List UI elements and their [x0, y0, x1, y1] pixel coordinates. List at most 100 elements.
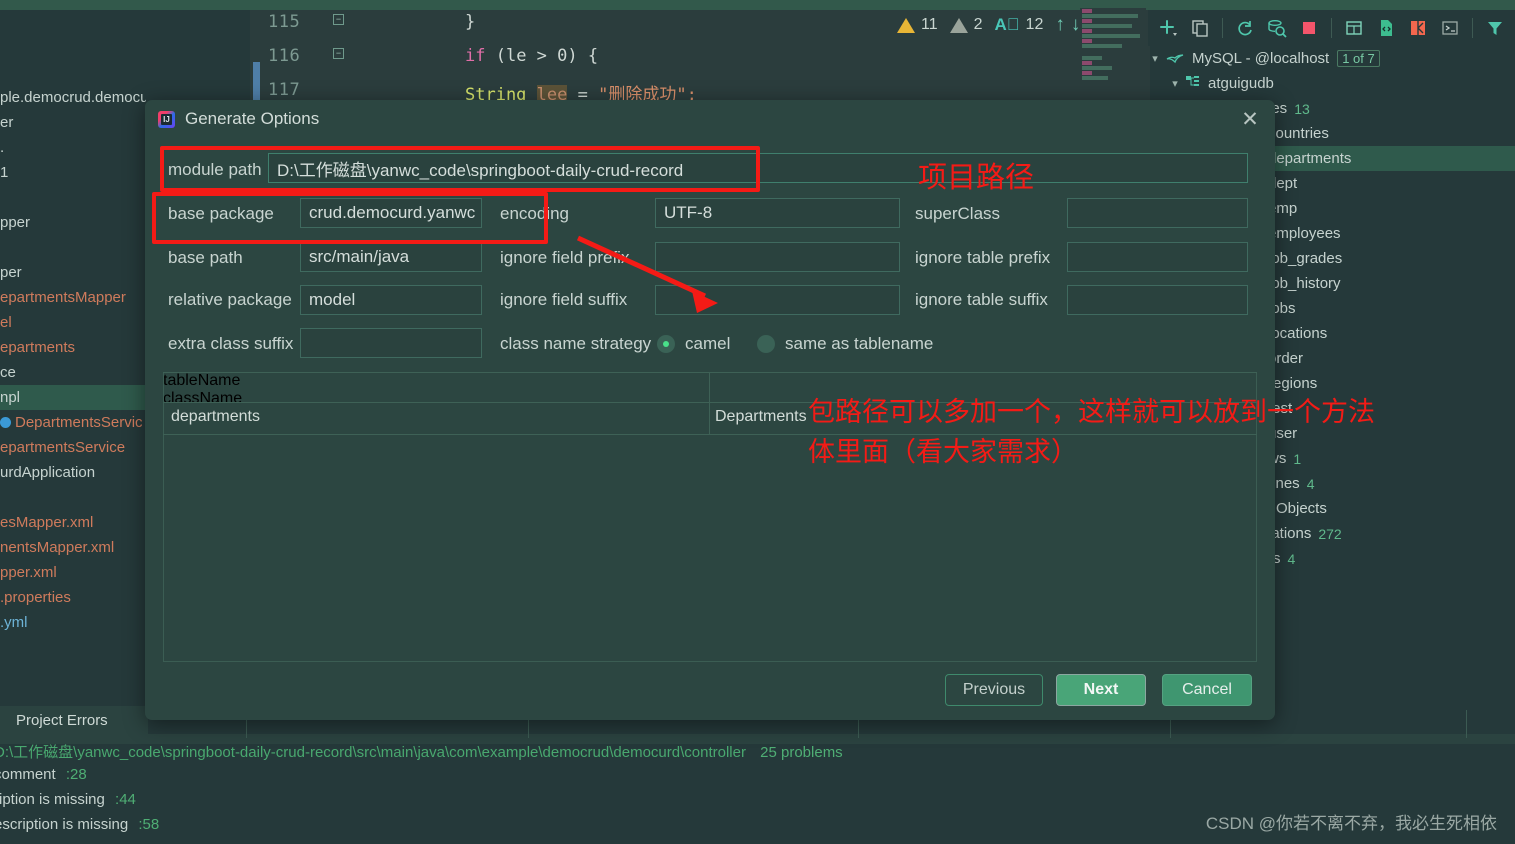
radio-camel[interactable]	[657, 335, 675, 353]
project-tree-item[interactable]	[0, 235, 146, 260]
db-tree-item-label: job_history	[1268, 275, 1341, 292]
toolbar-separator	[1331, 18, 1332, 38]
problem-line: :28	[65, 766, 87, 783]
project-tree-item[interactable]: npl	[0, 385, 146, 410]
base-path-input[interactable]: src/main/java	[300, 242, 482, 272]
project-tree-item[interactable]: el	[0, 310, 146, 335]
stop-icon[interactable]	[1295, 14, 1323, 42]
db-tree-item-label: job_grades	[1268, 250, 1343, 267]
cell-tablename[interactable]: departments	[171, 408, 260, 426]
close-icon[interactable]: ✕	[1237, 108, 1263, 134]
diagram-icon[interactable]	[1404, 14, 1432, 42]
console-icon[interactable]	[1436, 14, 1464, 42]
project-explorer-tree[interactable]: ple.democrud.democurd er. 1 pper per epartmen…	[0, 85, 146, 700]
cell-classname[interactable]: Departments	[715, 408, 807, 426]
project-tree-item-label: per	[0, 264, 22, 281]
project-tree-item-label: .	[0, 139, 5, 156]
project-tree-item[interactable]: .yml	[0, 610, 146, 635]
problem-row[interactable]: ription is missing :44	[0, 791, 136, 808]
project-tree-item[interactable]: esMapper.xml	[0, 510, 146, 535]
query-file-icon[interactable]	[1372, 14, 1400, 42]
project-tree-item[interactable]: DepartmentsServic	[0, 410, 146, 435]
db-node-schema[interactable]: ▾ atguigudb	[1148, 71, 1515, 96]
project-tree-item[interactable]: ple.democrud.democurd	[0, 85, 146, 110]
project-tree-item[interactable]	[0, 485, 146, 510]
ignore-table-prefix-label: ignore table prefix	[915, 248, 1051, 267]
project-tree-item[interactable]: pper.xml	[0, 560, 146, 585]
add-icon[interactable]	[1154, 14, 1182, 42]
next-problem-icon[interactable]: ↓	[1071, 14, 1081, 36]
relative-package-input[interactable]: model	[300, 285, 482, 315]
extra-class-suffix-input[interactable]	[300, 328, 482, 358]
radio-same-as-tablename[interactable]	[757, 335, 775, 353]
code-line-116: if (le > 0) {	[465, 46, 598, 66]
code-keyword: if	[465, 46, 486, 66]
project-tree-item-label: epartmentsMapper	[0, 289, 126, 306]
project-tree-item-label: pper.xml	[0, 564, 57, 581]
cancel-button[interactable]: Cancel	[1162, 674, 1252, 706]
ignore-table-prefix-input[interactable]	[1067, 242, 1248, 272]
next-button[interactable]: Next	[1056, 674, 1146, 706]
problem-row[interactable]: escription is missing :58	[0, 816, 159, 833]
project-tree-item-label: el	[0, 314, 12, 331]
fold-collapse-icon[interactable]: −	[333, 14, 344, 25]
db-tree-item-count: 1	[1293, 450, 1302, 467]
superclass-label: superClass	[915, 204, 1001, 223]
project-tree-item[interactable]: 1	[0, 160, 146, 185]
prev-problem-icon[interactable]: ↑	[1055, 14, 1065, 36]
relative-package-label: relative package	[168, 290, 292, 309]
project-tree-item[interactable]: per	[0, 260, 146, 285]
filter-icon[interactable]	[1481, 14, 1509, 42]
csdn-watermark: CSDN @你若不离不弃，我必生死相依	[1205, 814, 1497, 833]
problem-text: escription is missing	[0, 816, 129, 833]
project-tree-item[interactable]: pper	[0, 210, 146, 235]
editor-minimap[interactable]	[1080, 8, 1146, 106]
mysql-dolphin-icon	[1166, 49, 1184, 69]
project-tree-item[interactable]: epartmentsService	[0, 435, 146, 460]
previous-button[interactable]: Previous	[945, 674, 1043, 706]
db-tree-item-count: 272	[1318, 525, 1342, 542]
ignore-field-prefix-input[interactable]	[655, 242, 900, 272]
annotation-package-note-line1: 包路径可以多加一个，这样就可以放到一个方法	[808, 397, 1375, 427]
problem-path-row[interactable]: D:\工作磁盘\yanwc_code\springboot-daily-crud…	[0, 741, 843, 762]
project-tree-item-label: pper	[0, 214, 31, 231]
search-db-icon[interactable]	[1263, 14, 1291, 42]
chevron-down-icon[interactable]: ▾	[1168, 77, 1182, 90]
project-tree-item[interactable]: er	[0, 110, 146, 135]
duplicate-icon[interactable]	[1186, 14, 1214, 42]
ignore-field-prefix-label: ignore field prefix	[500, 248, 630, 267]
fold-expand-icon[interactable]: −	[333, 48, 344, 59]
db-tree-item-count: 4	[1287, 550, 1296, 567]
base-path-label: base path	[168, 248, 243, 267]
project-tree-item[interactable]: ce	[0, 360, 146, 385]
spring-bean-icon	[0, 417, 11, 428]
typo-icon: A⃝	[994, 15, 1020, 34]
code-text: (le > 0) {	[485, 46, 599, 66]
db-node-mysql[interactable]: ▾ MySQL - @localhost 1 of 7	[1148, 46, 1515, 71]
project-tree-item[interactable]: epartments	[0, 335, 146, 360]
project-tree-item[interactable]: .properties	[0, 585, 146, 610]
module-path-input[interactable]: D:\工作磁盘\yanwc_code\springboot-daily-crud…	[268, 153, 1248, 183]
refresh-icon[interactable]	[1231, 14, 1259, 42]
superclass-input[interactable]	[1067, 198, 1248, 228]
database-toolbar[interactable]	[1148, 10, 1515, 46]
tab-project-errors[interactable]: Project Errors	[0, 706, 148, 734]
project-tree-item[interactable]: nentsMapper.xml	[0, 535, 146, 560]
table-icon[interactable]	[1340, 14, 1368, 42]
project-tree-item[interactable]: urdApplication	[0, 460, 146, 485]
problem-row[interactable]: comment :28	[0, 766, 87, 783]
project-tree-item[interactable]: epartmentsMapper	[0, 285, 146, 310]
base-package-input[interactable]: crud.democurd.yanwc	[300, 198, 482, 228]
chevron-down-icon[interactable]: ▾	[1148, 52, 1162, 65]
next-button-label: Next	[1083, 681, 1119, 698]
encoding-input[interactable]: UTF-8	[655, 198, 900, 228]
project-tree-item[interactable]: .	[0, 135, 146, 160]
project-tree-item[interactable]	[0, 185, 146, 210]
ignore-table-suffix-input[interactable]	[1067, 285, 1248, 315]
annotation-package-note-line2: 体里面（看大家需求）	[808, 437, 1078, 467]
warning-icon	[897, 17, 915, 33]
warning-count: 11	[921, 16, 938, 33]
inspection-widget[interactable]: 11 2 A⃝ 12 ↑ ↓	[897, 14, 1080, 36]
base-package-value: crud.democurd.yanwc	[309, 203, 476, 222]
ignore-field-suffix-input[interactable]	[655, 285, 900, 315]
